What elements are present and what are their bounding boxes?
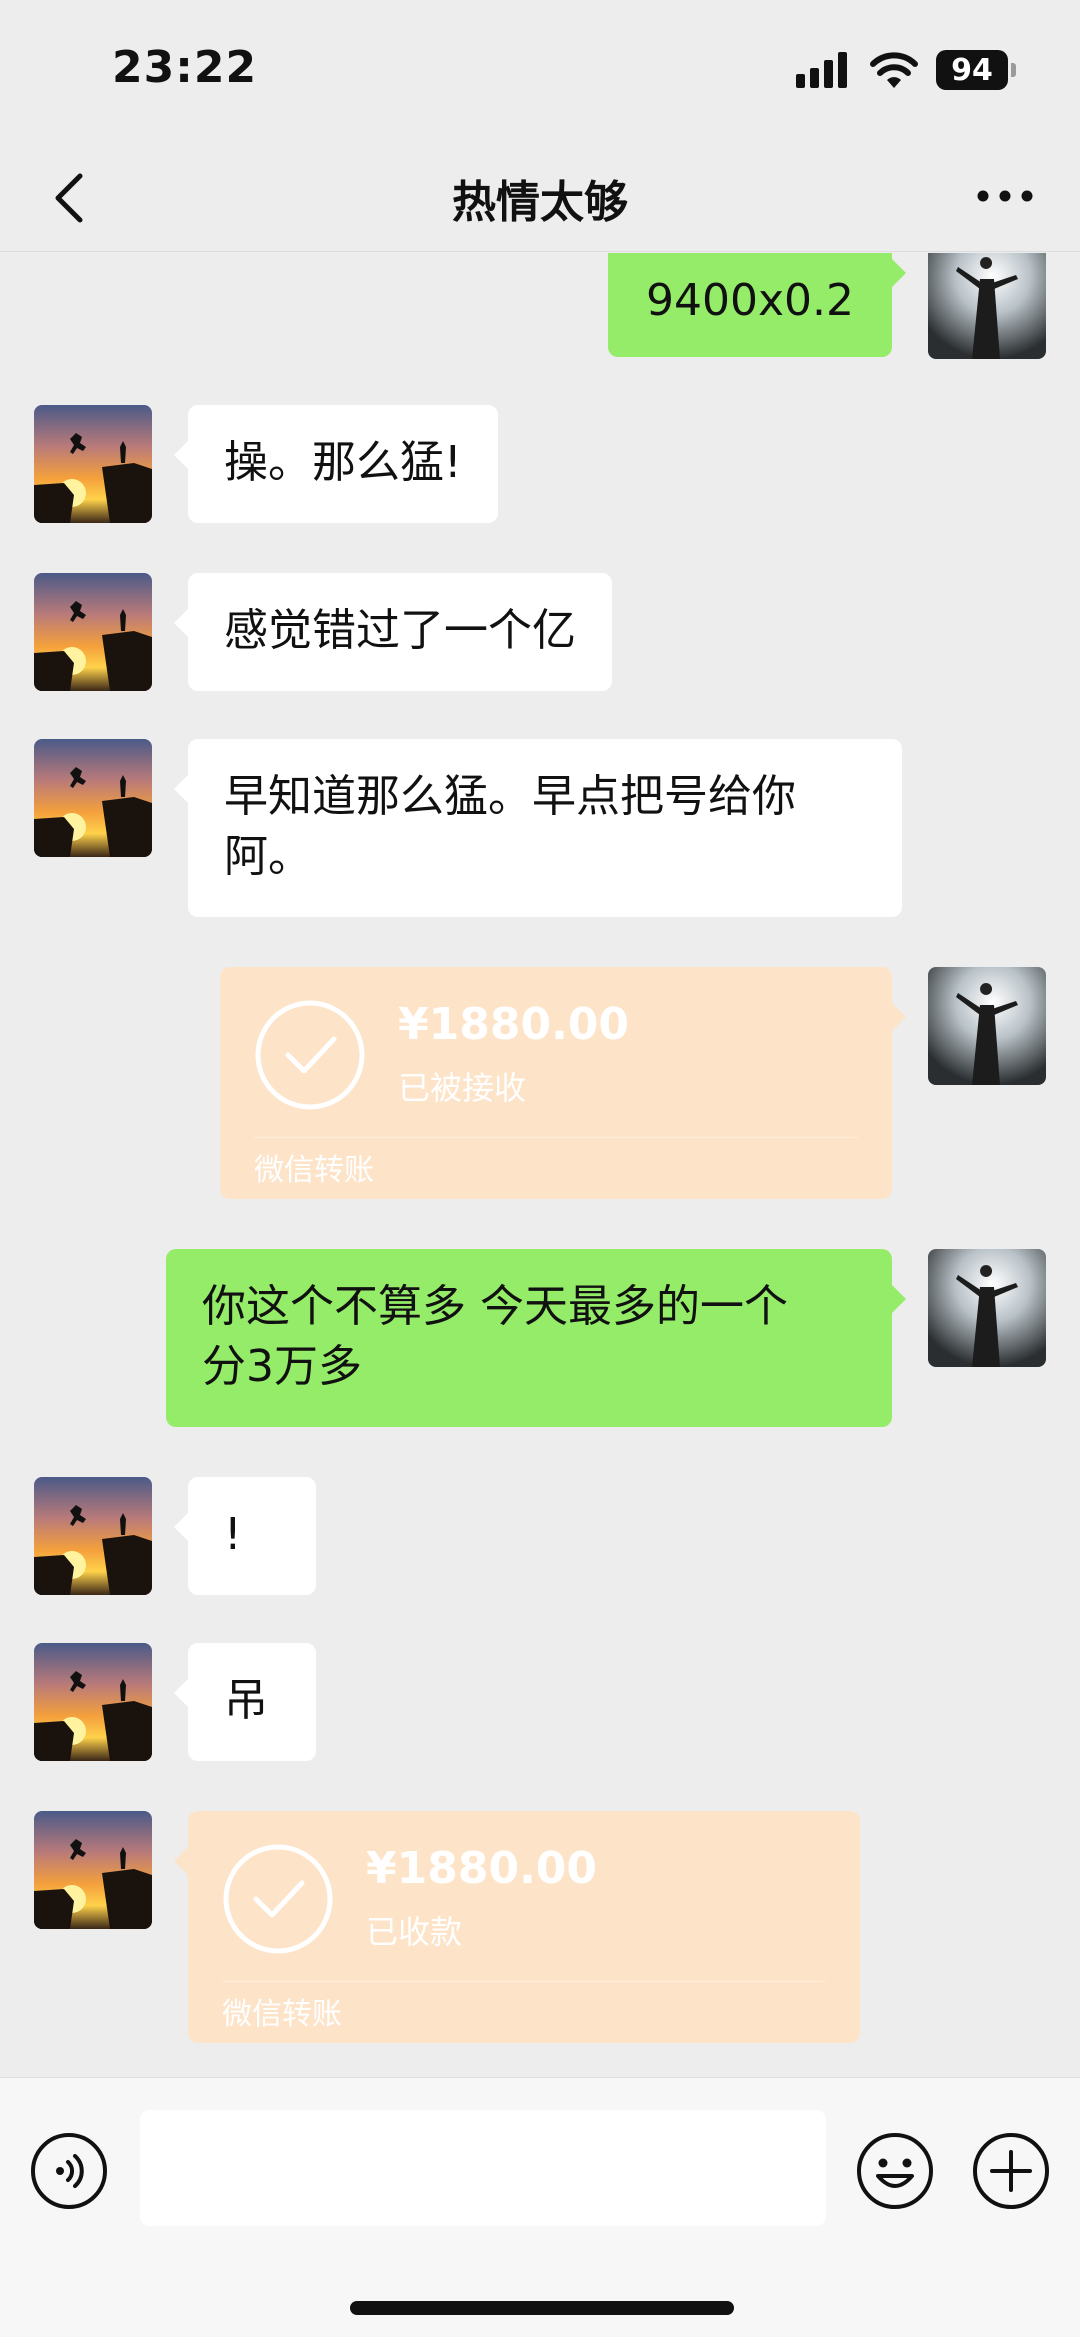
my-avatar[interactable]	[928, 967, 1046, 1085]
check-icon	[255, 1000, 365, 1110]
message-text: 感觉错过了一个亿	[224, 605, 576, 656]
divider	[254, 1137, 858, 1138]
my-avatar[interactable]	[928, 1249, 1046, 1367]
plus-icon[interactable]	[972, 2132, 1050, 2210]
message-text: 吊	[224, 1675, 268, 1726]
message-text: 9400x0.2	[646, 275, 854, 326]
contact-avatar[interactable]	[34, 405, 152, 523]
message-received[interactable]: 吊	[174, 1643, 316, 1761]
contact-avatar[interactable]	[34, 739, 152, 857]
status-time: 23:22	[112, 42, 258, 93]
transfer-status: 已被接收	[398, 1069, 527, 1107]
message-input[interactable]	[140, 2110, 826, 2226]
message-text: 操。那么猛!	[224, 437, 462, 488]
contact-avatar[interactable]	[34, 1643, 152, 1761]
message-received[interactable]: !	[174, 1477, 316, 1595]
check-icon	[223, 1844, 333, 1954]
signal-icon	[796, 52, 847, 88]
transfer-card[interactable]: ¥1880.00 已被接收 微信转账	[220, 967, 906, 1199]
contact-avatar[interactable]	[34, 573, 152, 691]
voice-icon[interactable]	[30, 2132, 108, 2210]
battery-indicator: 94	[936, 50, 1016, 90]
contact-avatar[interactable]	[34, 1811, 152, 1929]
more-icon[interactable]	[970, 166, 1040, 226]
transfer-amount: ¥1880.00	[398, 999, 630, 1050]
message-sent[interactable]: 你这个不算多 今天最多的一个 分3万多	[166, 1249, 906, 1427]
message-text-line: 分3万多	[202, 1341, 362, 1392]
transfer-label: 微信转账	[222, 1997, 342, 2032]
message-sent[interactable]: 9400x0.2	[608, 253, 906, 357]
transfer-amount: ¥1880.00	[366, 1843, 598, 1894]
chat-title: 热情太够	[452, 177, 628, 228]
message-text-line: 你这个不算多 今天最多的一个	[202, 1281, 788, 1332]
divider	[222, 1981, 826, 1982]
input-bar	[0, 2077, 1080, 2337]
chat-header: 热情太够	[0, 140, 1080, 252]
wifi-icon	[870, 52, 918, 88]
my-avatar[interactable]	[928, 253, 1046, 359]
transfer-status: 已收款	[366, 1913, 463, 1951]
message-text-line: 早知道那么猛。早点把号给你	[224, 771, 796, 822]
status-icons: 94	[796, 50, 1016, 90]
chat-messages[interactable]: 9400x0.2 操。那么猛! 感觉错过了一个亿 早知道那么猛。早点把号给你 阿…	[0, 253, 1080, 2076]
home-indicator[interactable]	[350, 2301, 734, 2315]
message-received[interactable]: 操。那么猛!	[174, 405, 498, 523]
message-text: !	[224, 1509, 242, 1560]
contact-avatar[interactable]	[34, 1477, 152, 1595]
transfer-card[interactable]: ¥1880.00 已收款 微信转账	[174, 1811, 860, 2043]
transfer-label: 微信转账	[254, 1153, 374, 1188]
emoji-icon[interactable]	[856, 2132, 934, 2210]
message-received[interactable]: 早知道那么猛。早点把号给你 阿。	[174, 739, 902, 917]
message-text-line: 阿。	[224, 831, 312, 882]
status-bar: 23:22 94	[0, 0, 1080, 140]
message-received[interactable]: 感觉错过了一个亿	[174, 573, 612, 691]
